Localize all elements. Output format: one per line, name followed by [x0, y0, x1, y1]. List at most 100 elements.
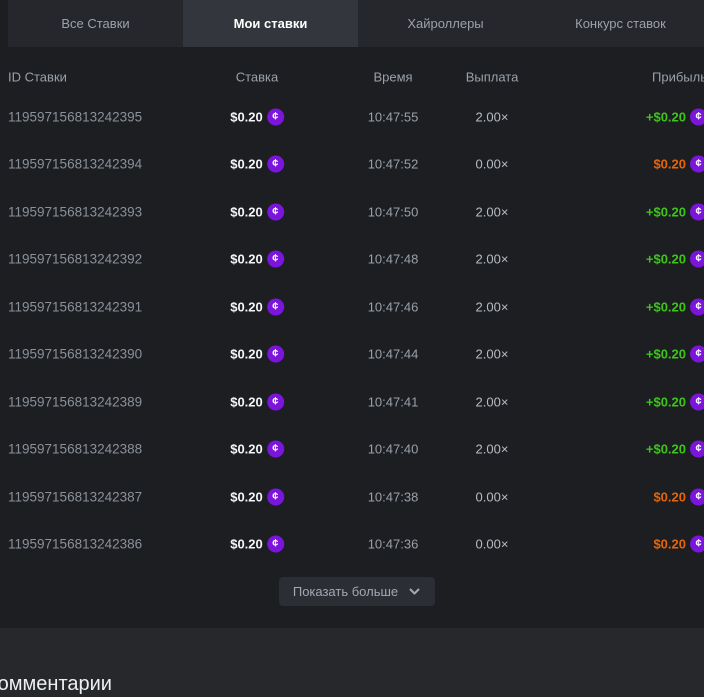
bet-id: 119597156813242390	[8, 347, 142, 362]
coin-icon: ¢	[267, 441, 284, 458]
bets-table-header: ID Ставки Ставка Время Выплата Прибыль	[0, 60, 704, 93]
bet-amount-value: $0.20	[230, 489, 263, 504]
bet-time: 10:47:41	[368, 394, 419, 409]
bet-row[interactable]: 119597156813242388 $0.20 ¢ 10:47:40 2.00…	[0, 426, 704, 474]
coin-icon: ¢	[267, 298, 284, 315]
bet-profit-cell: +$0.20 ¢	[646, 251, 704, 268]
bet-amount-cell: $0.20 ¢	[230, 251, 284, 268]
bet-amount-cell: $0.20 ¢	[230, 156, 284, 173]
bet-payout: 0.00×	[476, 489, 509, 504]
bet-id: 119597156813242392	[8, 252, 142, 267]
coin-icon: ¢	[267, 203, 284, 220]
header-bet-amount: Ставка	[236, 69, 279, 84]
bet-profit-cell: $0.20 ¢	[653, 488, 704, 505]
coin-icon: ¢	[267, 393, 284, 410]
header-profit: Прибыль	[652, 69, 704, 84]
bet-payout: 2.00×	[476, 442, 509, 457]
coin-icon: ¢	[690, 441, 704, 458]
coin-icon: ¢	[267, 156, 284, 173]
bet-payout: 2.00×	[476, 252, 509, 267]
bet-profit-cell: +$0.20 ¢	[646, 298, 704, 315]
bet-row[interactable]: 119597156813242386 $0.20 ¢ 10:47:36 0.00…	[0, 521, 704, 569]
bet-profit-cell: +$0.20 ¢	[646, 346, 704, 363]
bet-id: 119597156813242388	[8, 442, 142, 457]
bet-row[interactable]: 119597156813242391 $0.20 ¢ 10:47:46 2.00…	[0, 283, 704, 331]
tab-my-bets[interactable]: Мои ставки	[183, 0, 358, 47]
bet-profit-value: $0.20	[653, 537, 686, 552]
bet-time: 10:47:44	[368, 347, 419, 362]
bet-profit-cell: +$0.20 ¢	[646, 441, 704, 458]
coin-icon: ¢	[690, 488, 704, 505]
coin-icon: ¢	[267, 108, 284, 125]
bet-payout: 0.00×	[476, 537, 509, 552]
bet-amount-cell: $0.20 ¢	[230, 298, 284, 315]
bet-amount-cell: $0.20 ¢	[230, 108, 284, 125]
bet-row[interactable]: 119597156813242390 $0.20 ¢ 10:47:44 2.00…	[0, 331, 704, 379]
tab-high-rollers[interactable]: Хайроллеры	[358, 0, 533, 47]
show-more-label: Показать больше	[293, 584, 398, 599]
chevron-down-icon	[408, 585, 421, 598]
bet-id: 119597156813242391	[8, 299, 142, 314]
bet-amount-value: $0.20	[230, 204, 263, 219]
bet-row[interactable]: 119597156813242395 $0.20 ¢ 10:47:55 2.00…	[0, 93, 704, 141]
bet-profit-value: +$0.20	[646, 204, 686, 219]
bet-profit-value: +$0.20	[646, 299, 686, 314]
coin-icon: ¢	[690, 536, 704, 553]
bet-profit-cell: +$0.20 ¢	[646, 393, 704, 410]
bet-id: 119597156813242386	[8, 537, 142, 552]
bet-profit-value: +$0.20	[646, 394, 686, 409]
bet-row[interactable]: 119597156813242389 $0.20 ¢ 10:47:41 2.00…	[0, 378, 704, 426]
bet-amount-value: $0.20	[230, 299, 263, 314]
bets-table-body: 119597156813242395 $0.20 ¢ 10:47:55 2.00…	[0, 93, 704, 568]
bet-payout: 2.00×	[476, 109, 509, 124]
coin-icon: ¢	[690, 298, 704, 315]
bet-id: 119597156813242394	[8, 157, 142, 172]
bet-time: 10:47:48	[368, 252, 419, 267]
bet-amount-cell: $0.20 ¢	[230, 536, 284, 553]
bet-amount-value: $0.20	[230, 109, 263, 124]
bet-profit-value: $0.20	[653, 157, 686, 172]
header-time: Время	[373, 69, 412, 84]
bet-time: 10:47:40	[368, 442, 419, 457]
bet-row[interactable]: 119597156813242387 $0.20 ¢ 10:47:38 0.00…	[0, 473, 704, 521]
bet-row[interactable]: 119597156813242393 $0.20 ¢ 10:47:50 2.00…	[0, 188, 704, 236]
bet-amount-value: $0.20	[230, 347, 263, 362]
bet-payout: 2.00×	[476, 394, 509, 409]
coin-icon: ¢	[690, 393, 704, 410]
tab-all-bets[interactable]: Все Ставки	[8, 0, 183, 47]
header-payout: Выплата	[466, 69, 519, 84]
bet-profit-cell: +$0.20 ¢	[646, 203, 704, 220]
bet-profit-value: +$0.20	[646, 442, 686, 457]
coin-icon: ¢	[690, 108, 704, 125]
bet-time: 10:47:46	[368, 299, 419, 314]
comments-section: Комментарии	[0, 628, 704, 697]
coin-icon: ¢	[690, 203, 704, 220]
bet-time: 10:47:50	[368, 204, 419, 219]
bet-id: 119597156813242395	[8, 109, 142, 124]
bet-profit-value: +$0.20	[646, 109, 686, 124]
show-more-button[interactable]: Показать больше	[279, 577, 435, 606]
bet-payout: 2.00×	[476, 347, 509, 362]
bet-payout: 0.00×	[476, 157, 509, 172]
bet-id: 119597156813242393	[8, 204, 142, 219]
coin-icon: ¢	[267, 251, 284, 268]
coin-icon: ¢	[267, 346, 284, 363]
bet-profit-value: +$0.20	[646, 252, 686, 267]
bet-amount-cell: $0.20 ¢	[230, 393, 284, 410]
coin-icon: ¢	[267, 488, 284, 505]
bet-profit-cell: +$0.20 ¢	[646, 108, 704, 125]
bet-row[interactable]: 119597156813242392 $0.20 ¢ 10:47:48 2.00…	[0, 236, 704, 284]
bet-row[interactable]: 119597156813242394 $0.20 ¢ 10:47:52 0.00…	[0, 141, 704, 189]
bet-payout: 2.00×	[476, 299, 509, 314]
coin-icon: ¢	[690, 346, 704, 363]
header-bet-id: ID Ставки	[8, 69, 67, 84]
tab-bet-contest[interactable]: Конкурс ставок	[533, 0, 704, 47]
bet-id: 119597156813242389	[8, 394, 142, 409]
bet-profit-cell: $0.20 ¢	[653, 536, 704, 553]
bet-time: 10:47:52	[368, 157, 419, 172]
comments-heading: Комментарии	[0, 628, 704, 696]
coin-icon: ¢	[690, 156, 704, 173]
bet-time: 10:47:38	[368, 489, 419, 504]
bet-amount-value: $0.20	[230, 157, 263, 172]
bet-amount-cell: $0.20 ¢	[230, 346, 284, 363]
